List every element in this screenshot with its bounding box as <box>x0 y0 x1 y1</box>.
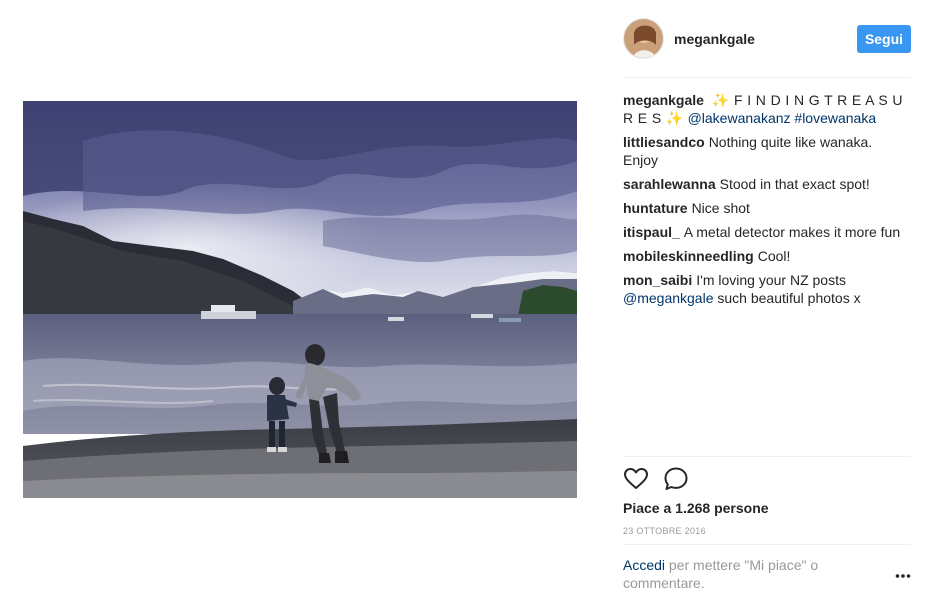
comment-item: mon_saibi I'm loving your NZ posts @megan… <box>623 271 911 307</box>
divider <box>623 456 911 457</box>
post-date: 23 ottobre 2016 <box>623 526 706 536</box>
heart-outline-icon[interactable] <box>623 466 649 492</box>
caption-username[interactable]: megankgale <box>623 92 704 108</box>
comment-mention[interactable]: @megankgale <box>623 290 714 306</box>
avatar[interactable] <box>623 18 664 59</box>
comment-text: A metal detector makes it more fun <box>683 224 901 240</box>
caption-mention[interactable]: @lakewanakanz <box>688 110 791 126</box>
author-username[interactable]: megankgale <box>674 31 755 47</box>
post-header: megankgale Segui <box>623 18 911 60</box>
likes-prefix: Piace a <box>623 500 672 516</box>
divider <box>623 77 911 78</box>
comment-item: itispaul_ A metal detector makes it more … <box>623 223 911 241</box>
ellipsis-icon[interactable] <box>895 568 911 578</box>
comment-text-continued: such beautiful photos x <box>717 290 861 306</box>
comment-username[interactable]: mobileskinneedling <box>623 248 754 264</box>
post-photo[interactable] <box>23 101 577 498</box>
follow-button[interactable]: Segui <box>857 25 911 53</box>
login-link[interactable]: Accedi <box>623 557 665 573</box>
comment-username[interactable]: littliesandco <box>623 134 705 150</box>
comment-text: Cool! <box>757 248 791 264</box>
comment-text: I'm loving your NZ posts <box>696 272 846 288</box>
comments-list: megankgale ✨ F I N D I N G T R E A S U R… <box>623 91 911 313</box>
divider <box>623 544 911 545</box>
caption-hashtag[interactable]: #lovewanaka <box>794 110 876 126</box>
comment-item: littliesandco Nothing quite like wanaka. … <box>623 133 911 169</box>
comment-username[interactable]: huntature <box>623 200 688 216</box>
comment-text: Nice shot <box>691 200 750 216</box>
comment-username[interactable]: itispaul_ <box>623 224 680 240</box>
speech-bubble-icon[interactable] <box>663 466 689 492</box>
likes-number: 1.268 <box>675 500 711 516</box>
comment-item: mobileskinneedling Cool! <box>623 247 911 265</box>
comment-item: sarahlewanna Stood in that exact spot! <box>623 175 911 193</box>
login-prompt: Accedi per mettere "Mi piace" o commenta… <box>623 556 863 592</box>
landscape-image <box>23 101 577 498</box>
comment-username[interactable]: mon_saibi <box>623 272 692 288</box>
post-sidebar: megankgale Segui megankgale ✨ F I N D I … <box>623 0 911 599</box>
likes-count[interactable]: Piace a 1.268 persone <box>623 500 769 516</box>
comment-item: huntature Nice shot <box>623 199 911 217</box>
post-actions <box>623 466 911 492</box>
comment-text: Stood in that exact spot! <box>719 176 870 192</box>
likes-suffix: persone <box>714 500 769 516</box>
caption: megankgale ✨ F I N D I N G T R E A S U R… <box>623 91 911 127</box>
comment-username[interactable]: sarahlewanna <box>623 176 716 192</box>
